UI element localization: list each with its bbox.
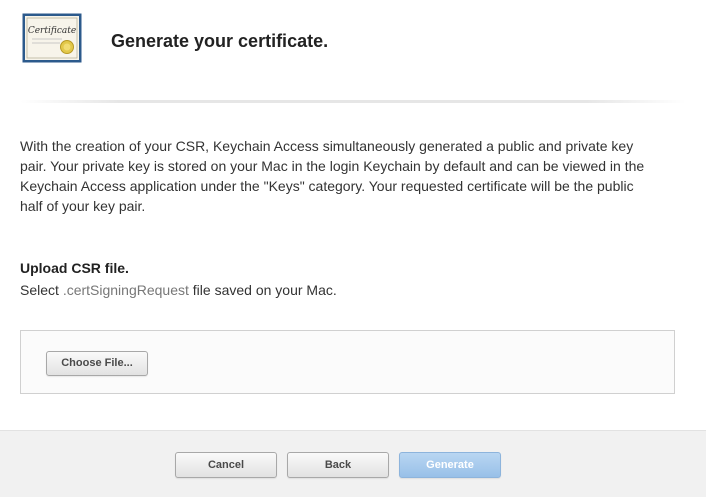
file-extension: .certSigningRequest xyxy=(62,282,189,298)
generate-button[interactable]: Generate xyxy=(399,452,501,478)
choose-file-button[interactable]: Choose File... xyxy=(46,351,148,376)
cancel-button[interactable]: Cancel xyxy=(175,452,277,478)
footer-bar: Cancel Back Generate xyxy=(0,430,706,497)
upload-subtitle: Select .certSigningRequest file saved on… xyxy=(20,282,337,298)
page: Certificate Generate your certificate. W… xyxy=(0,0,706,497)
upload-subtitle-prefix: Select xyxy=(20,282,63,298)
file-upload-box: Choose File... xyxy=(20,330,675,394)
header-divider xyxy=(20,100,686,103)
page-title: Generate your certificate. xyxy=(111,31,329,51)
upload-title: Upload CSR file. xyxy=(20,260,129,276)
certificate-icon: Certificate xyxy=(22,13,82,63)
page-header: Certificate Generate your certificate. xyxy=(0,0,706,100)
certificate-icon-text: Certificate xyxy=(28,26,76,36)
upload-subtitle-suffix: file saved on your Mac. xyxy=(188,282,337,298)
back-button[interactable]: Back xyxy=(287,452,389,478)
intro-text: With the creation of your CSR, Keychain … xyxy=(20,138,645,214)
